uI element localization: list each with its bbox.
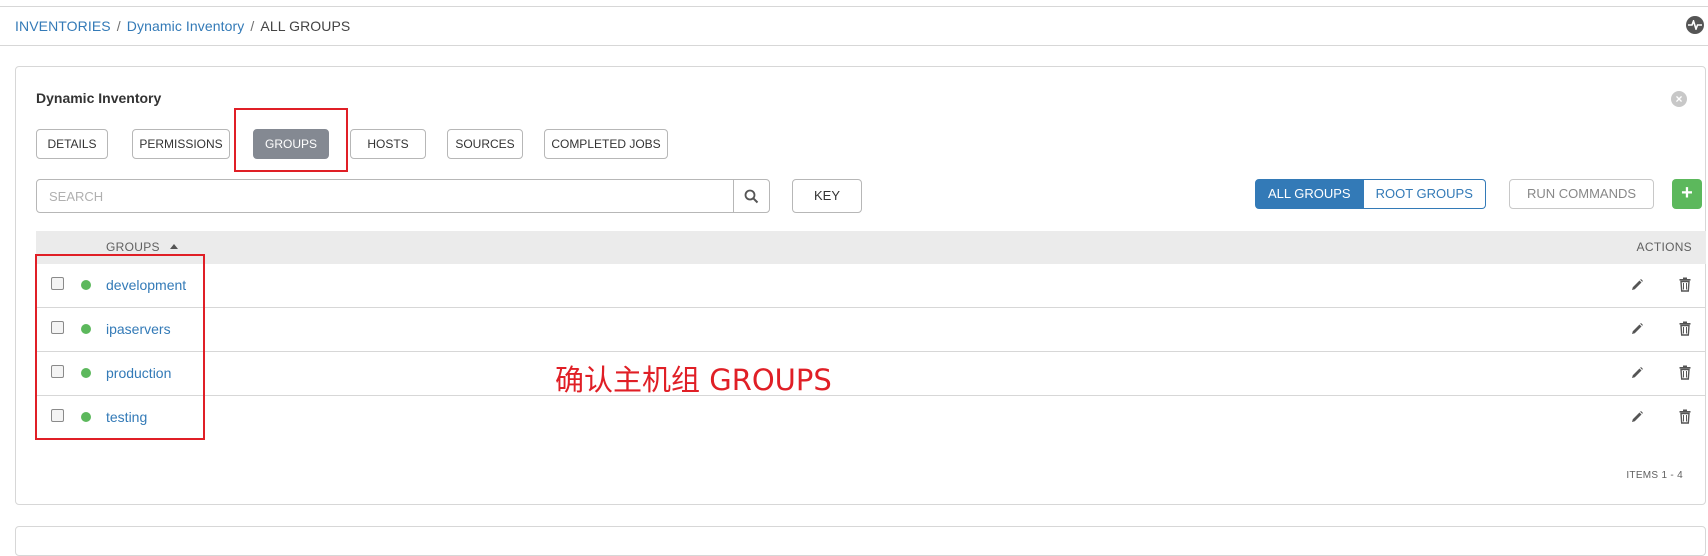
breadcrumb: INVENTORIES / Dynamic Inventory / ALL GROUPS [15,18,350,34]
column-header-actions: ACTIONS [1636,240,1692,254]
table-row: ipaservers [36,308,1706,352]
edit-icon[interactable] [1630,366,1644,380]
tab-sources[interactable]: SOURCES [447,129,523,159]
edit-icon[interactable] [1630,410,1644,424]
breadcrumb-inventory-link[interactable]: Dynamic Inventory [127,18,245,34]
edit-icon[interactable] [1630,278,1644,292]
trash-icon[interactable] [1678,277,1692,292]
all-groups-button[interactable]: ALL GROUPS [1255,179,1364,209]
sort-ascending-icon [170,244,179,249]
trash-icon[interactable] [1678,321,1692,336]
search-input[interactable] [36,179,734,213]
tab-hosts[interactable]: HOSTS [350,129,426,159]
highlight-groups-list [35,254,205,440]
trash-icon[interactable] [1678,409,1692,424]
groups-table: GROUPS ACTIONS development ipaservers pr… [36,231,1706,439]
search-button[interactable] [733,179,770,213]
breadcrumb-bar: INVENTORIES / Dynamic Inventory / ALL GROUPS [0,7,1708,46]
search-row: KEY ALL GROUPS ROOT GROUPS RUN COMMANDS … [36,179,1706,213]
table-row: production [36,352,1706,396]
breadcrumb-separator: / [116,18,121,34]
table-row: development [36,264,1706,308]
table-header: GROUPS ACTIONS [36,231,1706,264]
table-row: testing [36,396,1706,439]
run-commands-button[interactable]: RUN COMMANDS [1509,179,1654,209]
breadcrumb-inventories-link[interactable]: INVENTORIES [15,18,111,34]
highlight-groups-tab [234,108,348,172]
secondary-panel [15,526,1706,556]
panel-title: Dynamic Inventory [36,90,162,106]
pagination-items: ITEMS 1 - 4 [1626,470,1683,481]
annotation-text: 确认主机组 GROUPS [555,363,832,397]
activity-stream-icon[interactable] [1686,16,1704,34]
key-button[interactable]: KEY [792,179,862,213]
search-icon [744,189,759,203]
column-header-groups[interactable]: GROUPS [106,240,179,254]
edit-icon[interactable] [1630,322,1644,336]
group-filter-toggle: ALL GROUPS ROOT GROUPS [1255,179,1486,209]
tab-permissions[interactable]: PERMISSIONS [132,129,230,159]
trash-icon[interactable] [1678,365,1692,380]
root-groups-button[interactable]: ROOT GROUPS [1363,179,1486,209]
tab-completed-jobs[interactable]: COMPLETED JOBS [544,129,668,159]
breadcrumb-current: ALL GROUPS [260,18,351,34]
tab-details[interactable]: DETAILS [36,129,108,159]
inventory-groups-panel: Dynamic Inventory × DETAILS PERMISSIONS … [15,66,1706,505]
close-icon[interactable]: × [1671,91,1687,107]
add-group-button[interactable]: + [1672,179,1702,209]
breadcrumb-separator: / [250,18,255,34]
